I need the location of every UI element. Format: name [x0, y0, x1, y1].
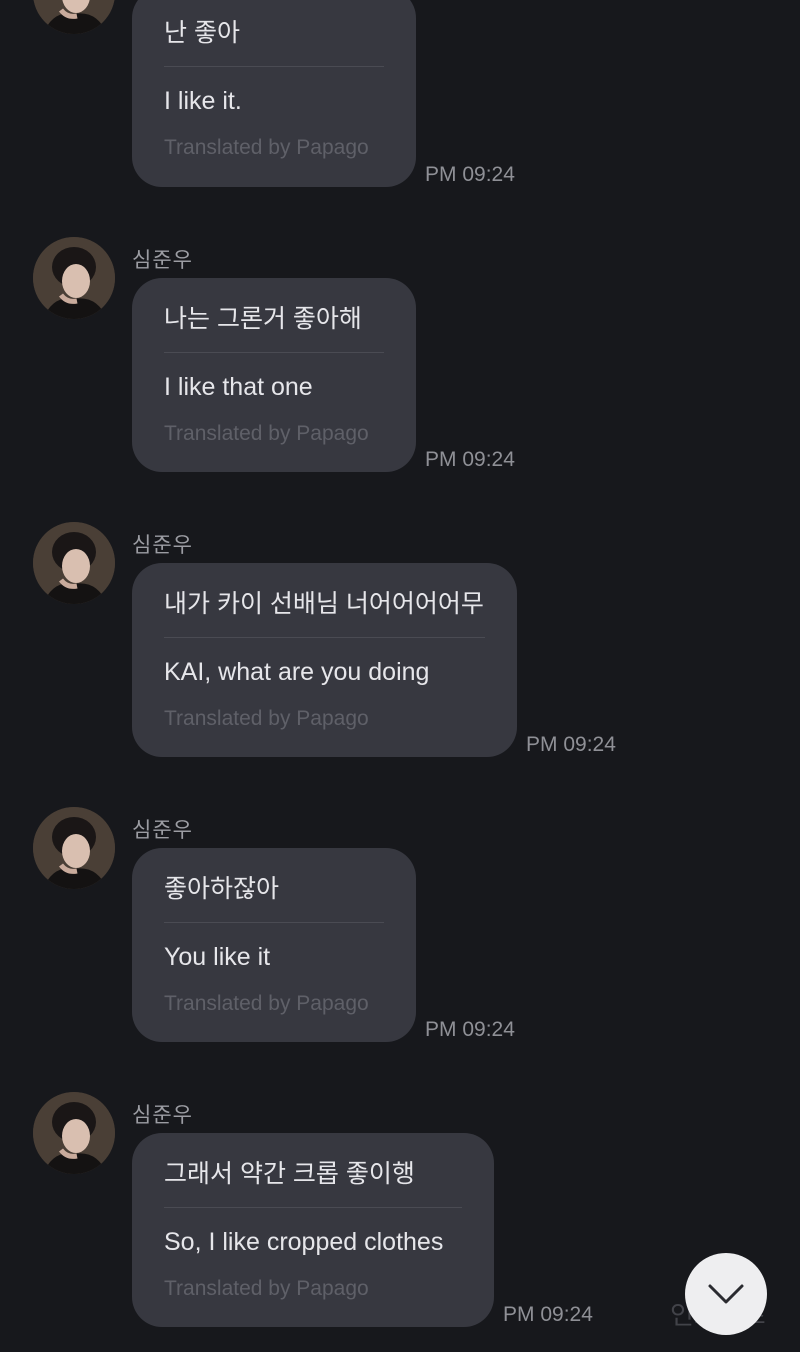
- chat-view: 난 좋아 I like it. Translated by Papago PM …: [0, 0, 800, 1352]
- sender-name: 심준우: [132, 249, 193, 272]
- avatar-image: [33, 807, 115, 889]
- message-original-text: 나는 그론거 좋아해: [164, 305, 362, 333]
- sender-name: 심준우: [132, 1104, 193, 1127]
- sender-name: 심준우: [132, 819, 193, 842]
- message-translation-text: I like that one: [164, 373, 313, 401]
- message-translation-text: So, I like cropped clothes: [164, 1228, 444, 1256]
- sender-name: 심준우: [132, 534, 193, 557]
- message-bubble[interactable]: 나는 그론거 좋아해 I like that one Translated by…: [132, 278, 416, 472]
- message-bubble[interactable]: 좋아하잖아 You like it Translated by Papago: [132, 848, 416, 1042]
- message-original-text: 그래서 약간 크롭 좋이행: [164, 1160, 415, 1188]
- message-original-text: 내가 카이 선배님 너어어어어무: [164, 590, 484, 618]
- avatar-image: [33, 237, 115, 319]
- scroll-to-bottom-button[interactable]: [685, 1253, 767, 1335]
- message-timestamp: PM 09:24: [503, 1303, 593, 1326]
- translation-divider: [164, 922, 384, 923]
- avatar-image: [33, 0, 115, 34]
- translation-credit: Translated by Papago: [164, 707, 369, 730]
- translation-divider: [164, 66, 384, 67]
- message-timestamp: PM 09:24: [425, 163, 515, 186]
- avatar-image: [33, 1092, 115, 1174]
- avatar[interactable]: [33, 0, 115, 34]
- message-original-text: 좋아하잖아: [164, 875, 280, 903]
- message-bubble[interactable]: 내가 카이 선배님 너어어어어무 KAI, what are you doing…: [132, 563, 517, 757]
- avatar[interactable]: [33, 1092, 115, 1174]
- message-timestamp: PM 09:24: [425, 448, 515, 471]
- message-original-text: 난 좋아: [164, 19, 240, 47]
- translation-credit: Translated by Papago: [164, 1277, 369, 1300]
- avatar[interactable]: [33, 522, 115, 604]
- message-timestamp: PM 09:24: [526, 733, 616, 756]
- translation-credit: Translated by Papago: [164, 136, 369, 159]
- avatar[interactable]: [33, 807, 115, 889]
- translation-divider: [164, 637, 485, 638]
- message-translation-text: KAI, what are you doing: [164, 658, 430, 686]
- translation-divider: [164, 1207, 462, 1208]
- message-bubble[interactable]: 그래서 약간 크롭 좋이행 So, I like cropped clothes…: [132, 1133, 494, 1327]
- chevron-down-icon: [708, 1284, 744, 1304]
- message-translation-text: I like it.: [164, 87, 242, 115]
- avatar[interactable]: [33, 237, 115, 319]
- message-timestamp: PM 09:24: [425, 1018, 515, 1041]
- translation-credit: Translated by Papago: [164, 992, 369, 1015]
- avatar-image: [33, 522, 115, 604]
- translation-divider: [164, 352, 384, 353]
- message-bubble[interactable]: 난 좋아 I like it. Translated by Papago: [132, 0, 416, 187]
- message-translation-text: You like it: [164, 943, 271, 971]
- translation-credit: Translated by Papago: [164, 422, 369, 445]
